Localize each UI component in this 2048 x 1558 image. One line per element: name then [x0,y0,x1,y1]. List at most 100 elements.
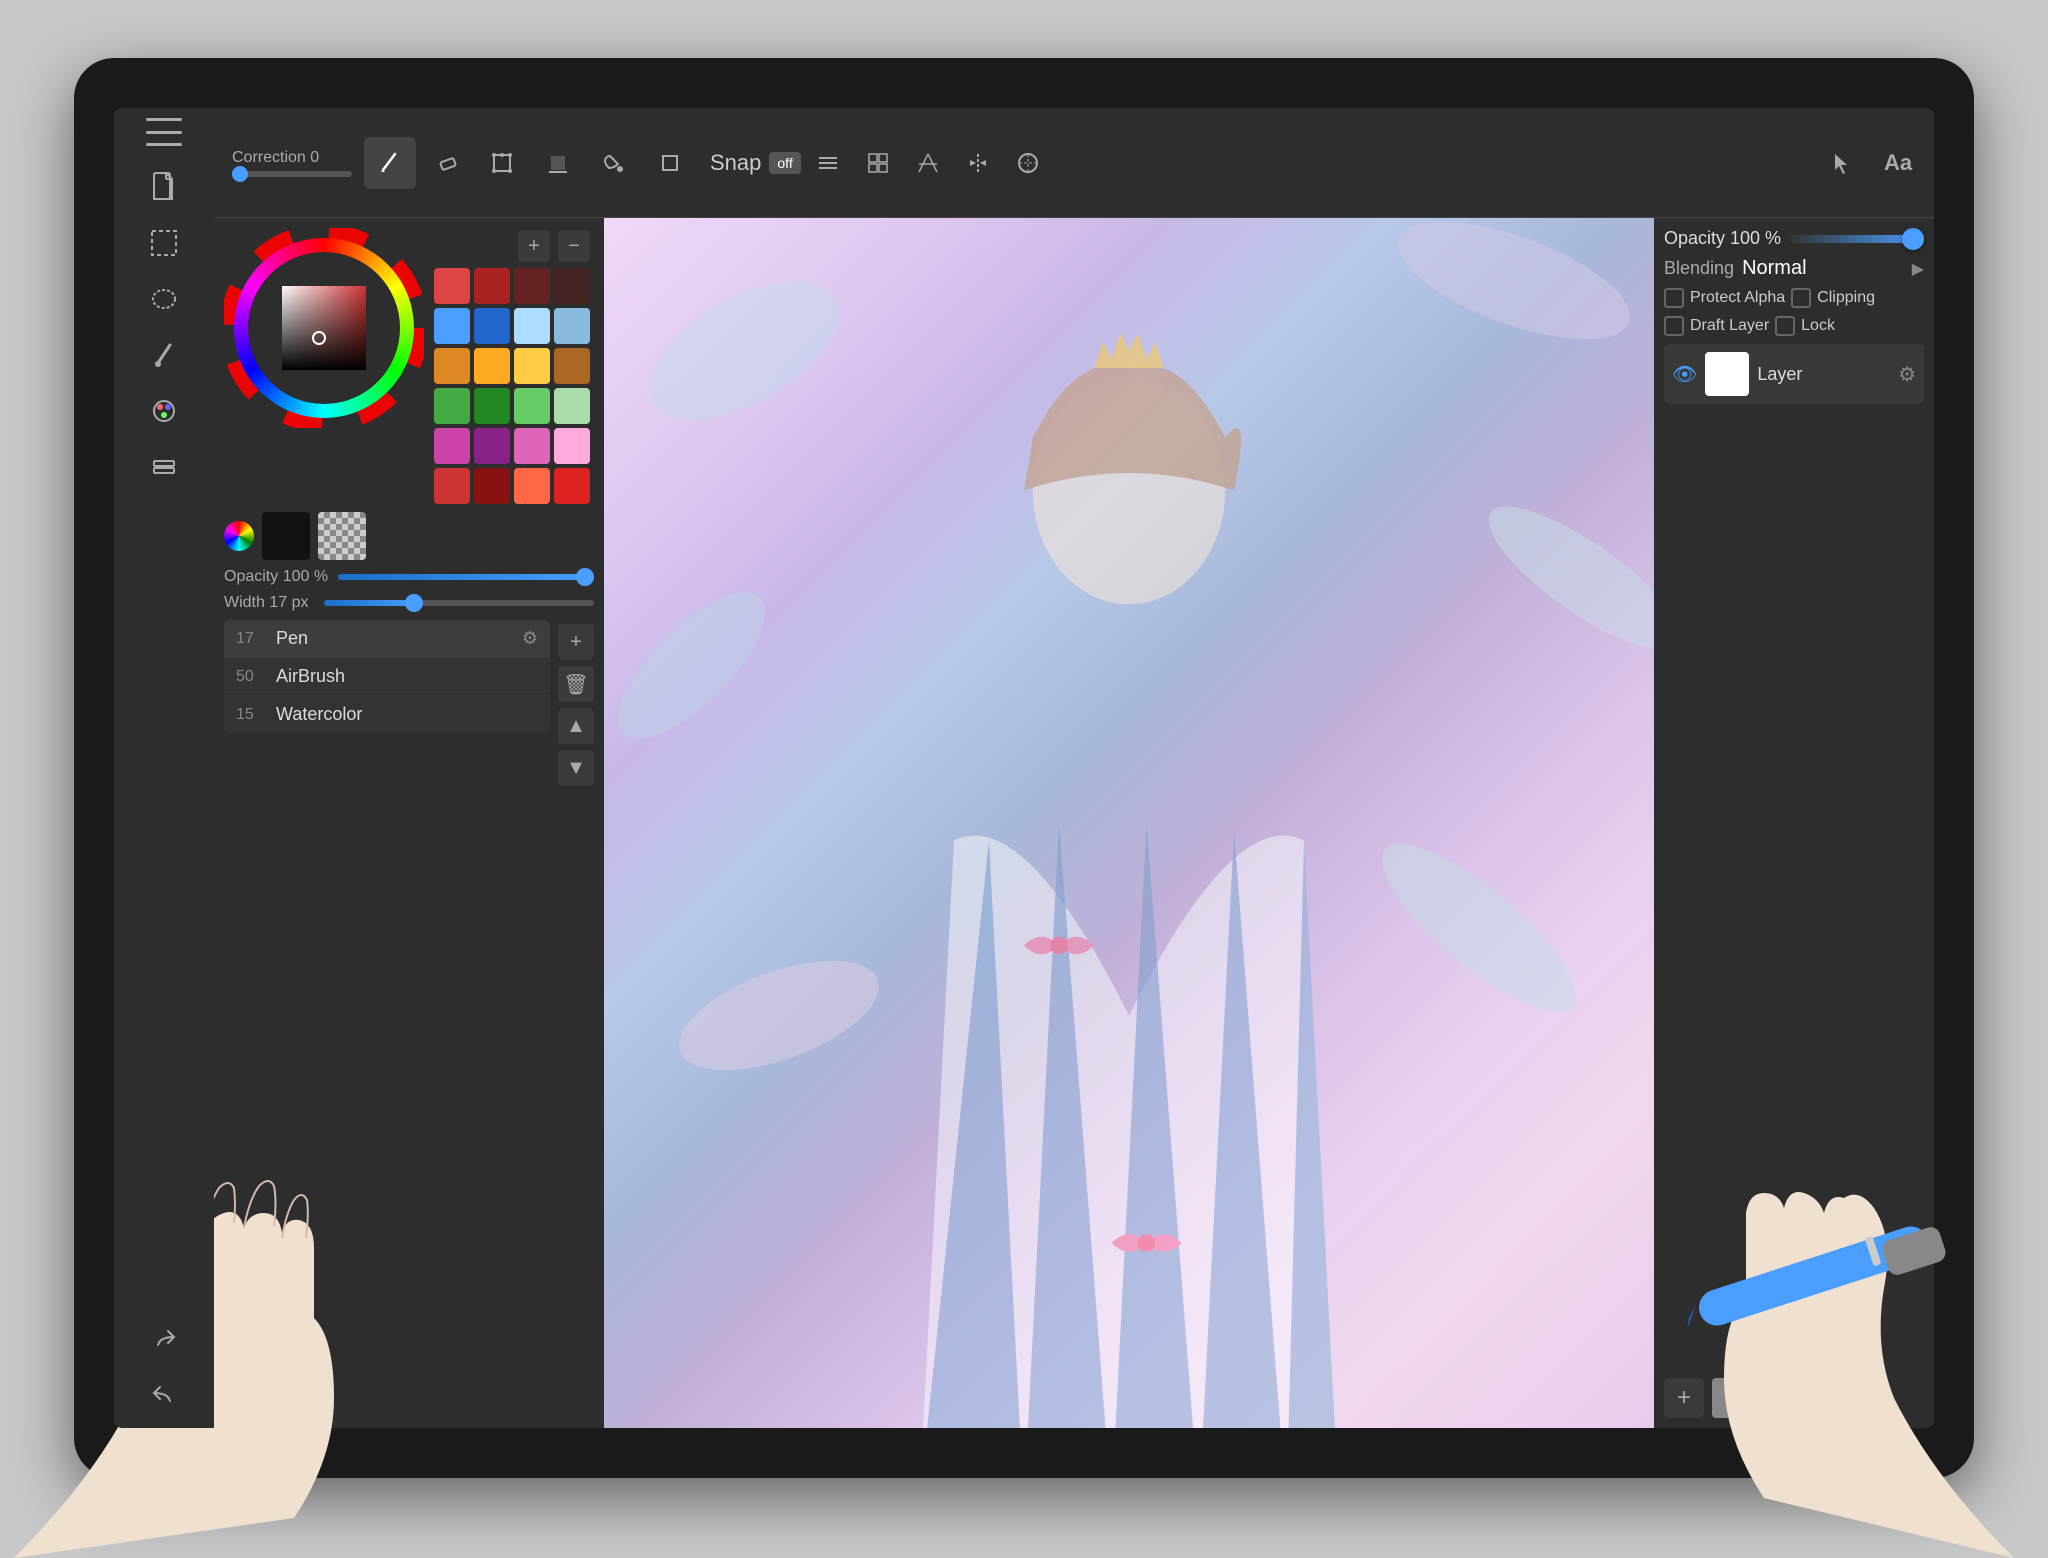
draft-layer-checkbox[interactable]: Draft Layer [1664,316,1769,336]
brush-opacity-slider[interactable] [338,574,594,580]
layer-thumbnail [1705,352,1749,396]
add-layer-btn[interactable]: + [1664,1378,1704,1418]
undo-icon[interactable] [139,1368,189,1418]
snap-section: Snap off [710,150,801,176]
brush-settings-pen[interactable]: ⚙ [522,628,538,649]
lock-checkbox[interactable]: Lock [1775,316,1835,336]
correction-slider[interactable] [232,171,352,177]
add-swatch-btn[interactable]: + [518,230,550,262]
main-content: Correction 0 [214,108,1934,1428]
swatch-12[interactable] [434,388,470,424]
layer-mini-thumb[interactable] [1712,1378,1752,1418]
layer-opacity-section: Opacity 100 % [1664,228,1924,249]
color-preview-row [224,512,594,560]
swatch-6[interactable] [514,308,550,344]
brush-width-slider[interactable] [324,600,594,606]
color-wheel[interactable] [224,228,424,433]
brush-item-airbrush[interactable]: 50 AirBrush [224,658,550,696]
swatch-1[interactable] [474,268,510,304]
layer-settings-icon[interactable]: ⚙ [1898,362,1916,387]
foreground-color[interactable] [262,512,310,560]
redo-icon[interactable] [139,1312,189,1362]
swatch-7[interactable] [554,308,590,344]
clipping-checkbox[interactable]: Clipping [1791,288,1875,308]
tablet-screen: Correction 0 [114,108,1934,1428]
circle-guide-btn[interactable] [1005,140,1051,186]
layers-icon[interactable] [139,442,189,492]
lasso-icon[interactable] [139,274,189,324]
snap-off-badge[interactable]: off [769,152,800,174]
swatch-9[interactable] [474,348,510,384]
swatch-2[interactable] [514,268,550,304]
color-wheel-section: + − [224,228,594,504]
background-color[interactable] [318,512,366,560]
layer-item[interactable]: 👁 Layer ⚙ [1664,344,1924,404]
text-tool-btn[interactable]: Aa [1872,137,1924,189]
shape-tool-btn[interactable] [644,137,696,189]
protect-alpha-label: Protect Alpha [1690,289,1785,307]
transform-tool-btn[interactable] [476,137,528,189]
swatch-15[interactable] [554,388,590,424]
swatch-22[interactable] [514,468,550,504]
fill-tool-btn[interactable] [532,137,584,189]
swatch-11[interactable] [554,348,590,384]
swatch-4[interactable] [434,308,470,344]
swatch-18[interactable] [514,428,550,464]
left-toolbar [114,108,214,1428]
blending-row: Blending Normal ▶ [1664,257,1924,280]
cursor-tool-btn[interactable] [1816,137,1868,189]
tablet-device: Correction 0 [74,58,1974,1478]
bucket-tool-btn[interactable] [588,137,640,189]
middle-area: + − [214,218,1934,1428]
brush-item-watercolor[interactable]: 15 Watercolor [224,696,550,733]
swatch-3[interactable] [554,268,590,304]
swatch-19[interactable] [554,428,590,464]
swatch-13[interactable] [474,388,510,424]
width-row: Width 17 px [224,594,594,612]
swatch-0[interactable] [434,268,470,304]
swatch-21[interactable] [474,468,510,504]
pencil-tool-btn[interactable] [364,137,416,189]
correction-thumb [232,166,248,182]
top-toolbar: Correction 0 [214,108,1934,218]
new-file-icon[interactable] [139,162,189,212]
color-mode-icon[interactable] [224,521,254,551]
delete-brush-btn[interactable]: 🗑 [558,666,594,702]
move-brush-down-btn[interactable]: ▼ [558,750,594,786]
lock-label: Lock [1801,317,1835,335]
lock-box[interactable] [1775,316,1795,336]
protect-alpha-box[interactable] [1664,288,1684,308]
grid-lines-btn[interactable] [805,140,851,186]
swatch-10[interactable] [514,348,550,384]
hamburger-menu[interactable] [146,118,182,146]
swatch-16[interactable] [434,428,470,464]
add-brush-btn[interactable]: + [558,624,594,660]
layer-opacity-slider[interactable] [1789,235,1924,243]
grid-squares-btn[interactable] [855,140,901,186]
brush-list-controls: + 🗑 ▲ ▼ [558,620,594,790]
layer-visibility-icon[interactable]: 👁 [1672,362,1697,387]
blending-dropdown-arrow[interactable]: ▶ [1912,259,1924,279]
blending-label: Blending [1664,258,1734,279]
brush-tool-icon[interactable] [139,330,189,380]
symmetry-btn[interactable] [955,140,1001,186]
swatch-20[interactable] [434,468,470,504]
opacity-row: Opacity 100 % [224,568,594,586]
swatch-23[interactable] [554,468,590,504]
remove-swatch-btn[interactable]: − [558,230,590,262]
swatch-14[interactable] [514,388,550,424]
brush-item-pen[interactable]: 17 Pen ⚙ [224,620,550,658]
move-brush-up-btn[interactable]: ▲ [558,708,594,744]
draft-layer-box[interactable] [1664,316,1684,336]
protect-alpha-checkbox[interactable]: Protect Alpha [1664,288,1785,308]
perspective-btn[interactable] [905,140,951,186]
swatch-17[interactable] [474,428,510,464]
draft-layer-label: Draft Layer [1690,317,1769,335]
clipping-box[interactable] [1791,288,1811,308]
selection-icon[interactable] [139,218,189,268]
swatch-8[interactable] [434,348,470,384]
color-picker-icon[interactable] [139,386,189,436]
canvas-area[interactable] [604,218,1654,1428]
eraser-tool-btn[interactable] [420,137,472,189]
swatch-5[interactable] [474,308,510,344]
